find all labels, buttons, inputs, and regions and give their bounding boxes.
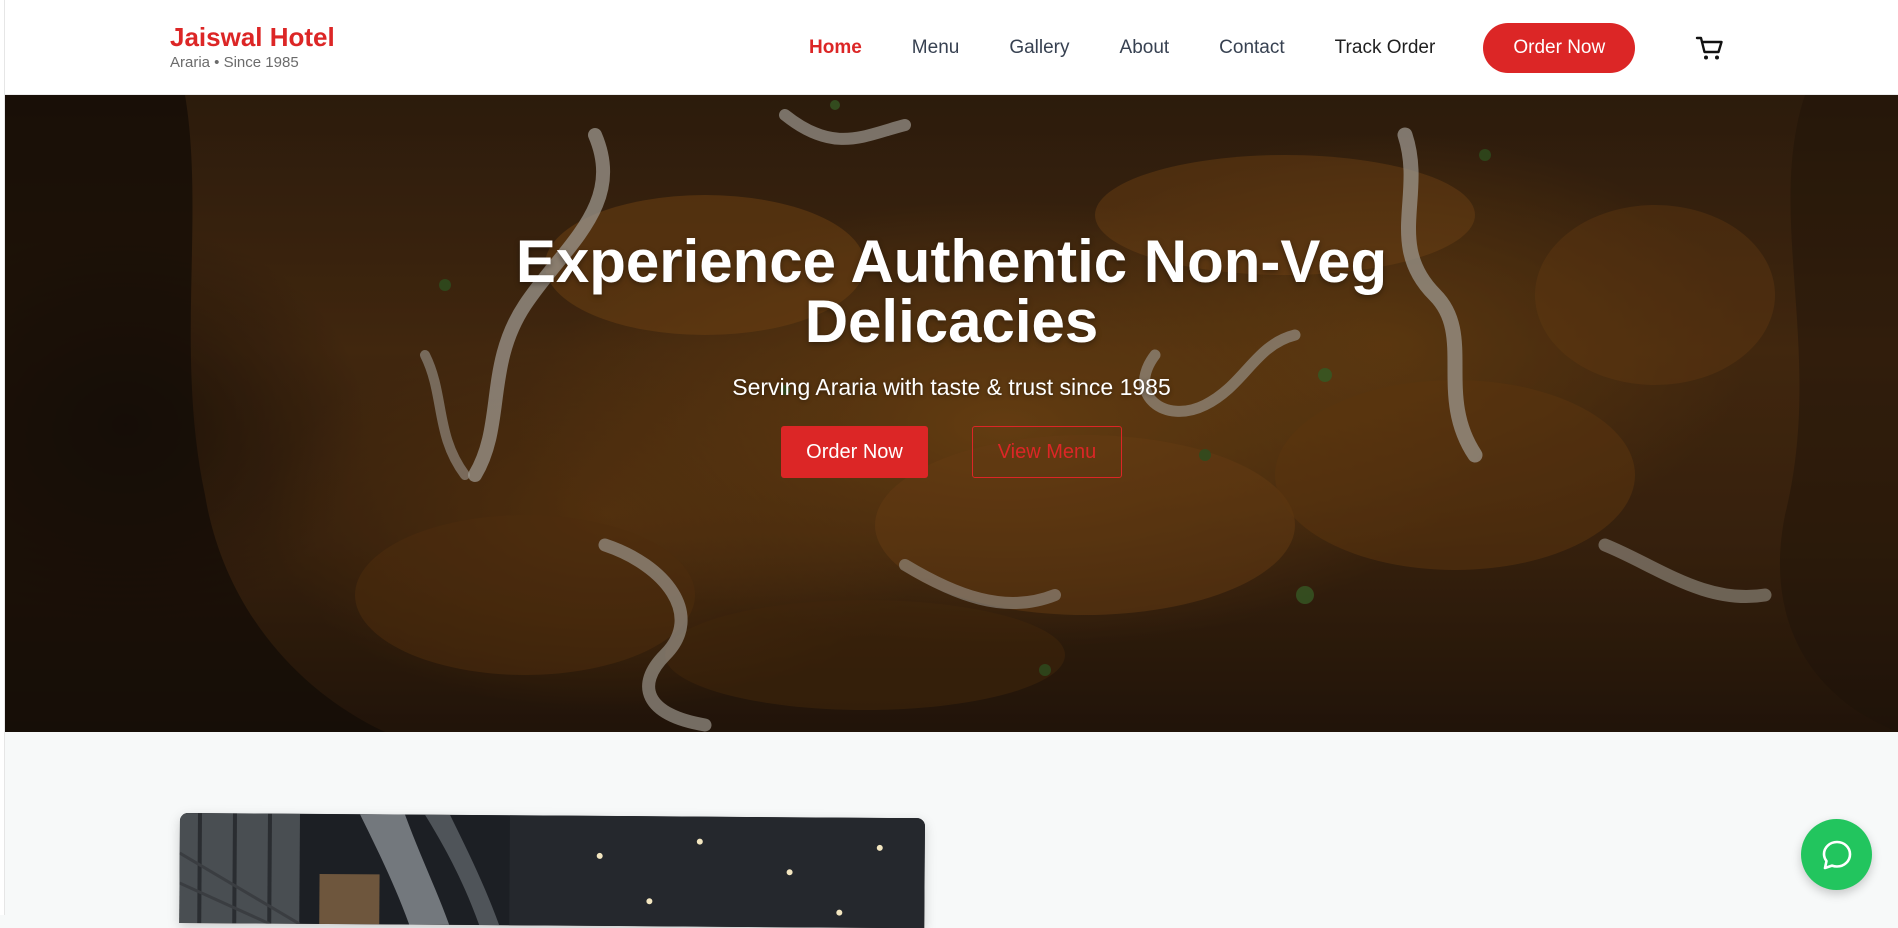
hero-subtitle: Serving Araria with taste & trust since … [732,374,1171,400]
nav-track-order[interactable]: Track Order [1335,37,1436,59]
brand-name[interactable]: Jaiswal Hotel [170,22,335,52]
brand[interactable]: Jaiswal Hotel Araria • Since 1985 [170,22,335,71]
nav-contact[interactable]: Contact [1219,37,1284,59]
main-nav: Home Menu Gallery About Contact Track Or… [809,0,1636,95]
nav-menu[interactable]: Menu [912,37,960,59]
hero-section: Experience Authentic Non-Veg Delicacies … [5,95,1898,732]
hero-content: Experience Authentic Non-Veg Delicacies … [5,232,1898,478]
site-header: Jaiswal Hotel Araria • Since 1985 Home M… [5,0,1898,95]
hero-title: Experience Authentic Non-Veg Delicacies [515,228,1388,355]
restaurant-interior-image [179,813,925,928]
nav-about[interactable]: About [1120,37,1170,59]
hero-order-now-button[interactable]: Order Now [781,426,928,478]
restaurant-interior-graphic [179,813,925,928]
page-edge [0,0,5,915]
chat-button[interactable] [1801,819,1872,890]
nav-gallery[interactable]: Gallery [1009,37,1069,59]
shopping-cart-icon-graphic [1695,36,1723,60]
shopping-cart-icon[interactable] [1695,33,1725,63]
hero-buttons: Order Now View Menu [5,426,1898,478]
header-order-now-button[interactable]: Order Now [1483,22,1636,73]
brand-tagline: Araria • Since 1985 [170,54,299,71]
hero-view-menu-button[interactable]: View Menu [972,426,1122,478]
nav-home[interactable]: Home [809,37,862,59]
chat-bubble-icon [1822,840,1851,869]
